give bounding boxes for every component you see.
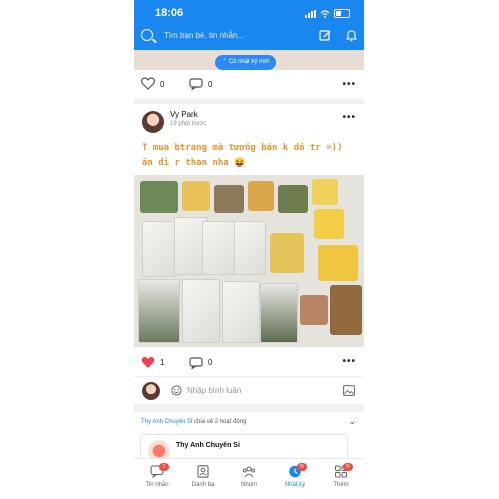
like-count: 1 [160,358,165,367]
caption-line: ăn di r than nha 😝 [142,158,246,168]
nav-badge: N [296,463,307,471]
new-posts-button[interactable]: ⌃ Có nhật ký mới [215,55,277,70]
nav-badge: 2 [158,463,169,471]
nav-item-contacts[interactable]: Danh bạ [180,459,226,499]
more-options-icon[interactable]: ••• [342,112,356,123]
comment-icon[interactable] [189,357,203,369]
arrow-up-icon: ⌃ [222,59,229,65]
image-region [318,245,358,281]
like-count: 0 [160,80,165,89]
nav-item-more[interactable]: N Thêm [318,459,364,499]
wifi-icon [320,9,330,18]
group-icon [242,466,256,478]
card-name: Thy Anh Chuyên Sỉ [176,442,240,449]
image-region [260,283,298,343]
nav-label: Nhóm [240,482,257,488]
nav-item-messages[interactable]: 2 Tin nhắn [134,459,180,499]
compose-icon[interactable] [319,29,332,42]
image-region [140,181,178,213]
post-actions: 1 0 ••• [134,354,364,374]
nav-item-timeline[interactable]: N Nhật ký [272,459,318,499]
image-region [182,181,210,211]
nav-label: Tin nhắn [145,482,169,488]
phone-screen: 18:06 Tìm bạn bè, tin nhắn... ⌃ Có nhật … [134,0,364,499]
image-region [270,233,304,273]
author-name[interactable]: Vy Park [170,110,198,119]
comment-icon[interactable] [189,78,203,90]
app-header: 18:06 Tìm bạn bè, tin nhắn... [134,0,364,50]
status-time: 18:06 [155,7,184,19]
comment-composer[interactable]: Nhập bình luận [134,376,364,405]
status-bar: 18:06 [134,7,364,21]
image-region [314,209,344,239]
image-region [278,185,308,213]
nav-item-groups[interactable]: Nhóm [226,459,272,499]
signal-icon [305,9,316,18]
image-region [214,185,244,213]
bottom-nav: 2 Tin nhắn Danh bạ Nhóm N Nhật ký N Thêm [134,458,364,499]
nav-label: Nhật ký [284,482,306,488]
image-region [222,281,260,343]
heart-filled-icon[interactable] [141,356,155,369]
shared-activity: Thy Anh Chuyên Sỉ chia sẻ 2 hoạt động ⌄ … [134,412,364,466]
post-caption: T mua btrang mà tưởng bán k dó tr =)) ăn… [142,141,357,171]
comment-count: 0 [208,358,213,367]
nav-label: Danh bạ [191,482,215,488]
feed-post: Vy Park 19 phút trước ••• T mua btrang m… [134,104,364,404]
contacts-icon [197,465,209,478]
my-avatar [142,382,160,400]
search-input[interactable]: Tìm bạn bè, tin nhắn... [164,31,244,40]
emoji-icon[interactable] [171,385,182,396]
comment-count: 0 [208,80,213,89]
chevron-down-icon[interactable]: ⌄ [348,416,356,427]
post-time: 19 phút trước [170,121,207,127]
image-region [330,285,362,335]
share-text: chia sẻ 2 hoạt động [192,419,247,425]
more-options-icon[interactable]: ••• [342,79,356,90]
more-options-icon[interactable]: ••• [342,356,356,367]
image-region [182,279,220,343]
image-icon[interactable] [343,385,355,396]
share-user-link[interactable]: Thy Anh Chuyên Sỉ [141,419,192,425]
nav-label: Thêm [333,482,349,488]
comment-input[interactable]: Nhập bình luận [187,386,241,395]
previous-post-actions: 0 0 ••• [134,70,364,98]
image-region [142,221,176,277]
search-icon[interactable] [141,29,153,41]
author-avatar[interactable] [142,111,164,133]
image-region [138,279,180,343]
caption-line: T mua btrang mà tưởng bán k dó tr =)) [142,143,343,153]
share-header: Thy Anh Chuyên Sỉ chia sẻ 2 hoạt động [141,419,246,425]
image-region [312,179,338,205]
image-region [234,221,266,275]
nav-badge: N [342,463,353,471]
battery-icon [334,9,350,18]
search-bar[interactable]: Tìm bạn bè, tin nhắn... [134,28,364,48]
image-region [300,295,328,325]
status-icons [305,9,350,18]
heart-icon[interactable] [141,77,155,90]
image-region [248,181,274,211]
post-photo[interactable] [134,175,364,347]
bell-icon[interactable] [345,29,358,42]
image-region [202,221,236,275]
